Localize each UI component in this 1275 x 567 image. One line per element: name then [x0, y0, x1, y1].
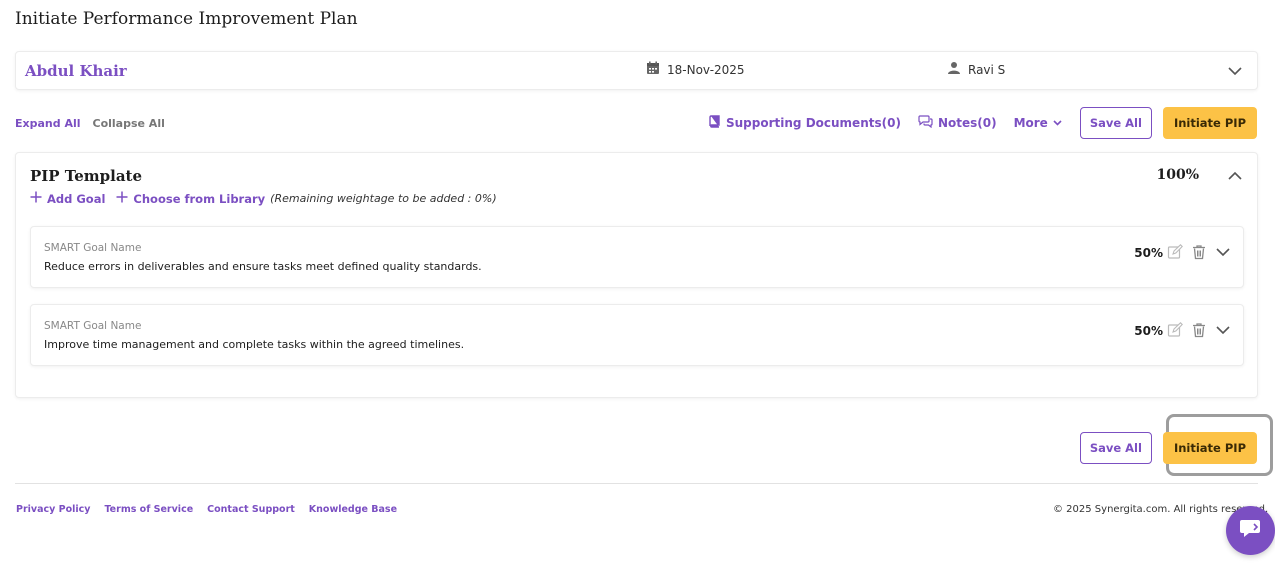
choose-from-library-label: Choose from Library: [133, 191, 266, 206]
delete-icon[interactable]: [1191, 244, 1207, 260]
chat-button[interactable]: [1226, 506, 1275, 555]
expand-collapse-controls: Expand All Collapse All: [15, 117, 165, 130]
terms-of-service-link[interactable]: Terms of Service: [104, 504, 193, 515]
knowledge-base-link[interactable]: Knowledge Base: [309, 504, 397, 515]
toolbar: Supporting Documents(0) Notes(0) More Sa…: [708, 107, 1257, 139]
delete-icon[interactable]: [1191, 322, 1207, 338]
manager-name: Ravi S: [968, 62, 1006, 77]
privacy-policy-link[interactable]: Privacy Policy: [16, 504, 90, 515]
template-title: PIP Template: [30, 167, 143, 185]
collapse-all-link[interactable]: Collapse All: [93, 117, 165, 130]
chevron-up-icon[interactable]: [1227, 168, 1243, 184]
goal-card: SMART Goal Name Improve time management …: [30, 304, 1244, 366]
plus-icon: [30, 191, 42, 206]
more-label: More: [1013, 116, 1048, 130]
user-icon: [947, 61, 961, 78]
chevron-down-icon[interactable]: [1215, 244, 1231, 260]
supporting-documents-label: Supporting Documents(0): [726, 116, 901, 130]
goal-name-label: SMART Goal Name: [44, 242, 142, 254]
chevron-down-icon[interactable]: [1215, 322, 1231, 338]
more-menu[interactable]: More: [1014, 116, 1062, 130]
template-actions: Add Goal Choose from Library (Remaining …: [30, 191, 497, 206]
supporting-documents-link[interactable]: Supporting Documents(0): [708, 115, 901, 131]
goal-weightage: 50%: [1134, 246, 1163, 260]
plus-icon: [116, 191, 128, 206]
book-icon: [708, 115, 721, 131]
pip-date-value: 18-Nov-2025: [667, 62, 745, 77]
template-weightage: 100%: [1156, 167, 1199, 183]
add-goal-link[interactable]: Add Goal: [30, 191, 105, 206]
chat-bubble-icon: [1239, 518, 1263, 544]
employee-card: Abdul Khair 18-Nov-2025 Ravi S: [15, 51, 1258, 90]
goal-name-text: Improve time management and complete tas…: [44, 338, 465, 351]
save-all-button-bottom[interactable]: Save All: [1079, 432, 1152, 464]
bottom-actions: Save All Initiate PIP: [1079, 432, 1257, 464]
edit-icon[interactable]: [1167, 322, 1183, 338]
goal-name-label: SMART Goal Name: [44, 320, 142, 332]
edit-icon[interactable]: [1167, 244, 1183, 260]
goal-actions: [1167, 322, 1231, 338]
initiate-pip-button-bottom[interactable]: Initiate PIP: [1162, 432, 1257, 464]
goal-card: SMART Goal Name Reduce errors in deliver…: [30, 226, 1244, 288]
manager: Ravi S: [947, 61, 1005, 78]
footer-divider: [15, 483, 1258, 484]
expand-all-link[interactable]: Expand All: [15, 117, 81, 130]
goal-name-text: Reduce errors in deliverables and ensure…: [44, 260, 482, 273]
page-title: Initiate Performance Improvement Plan: [15, 9, 358, 29]
remaining-weightage-note: (Remaining weightage to be added : 0%): [270, 192, 497, 205]
choose-from-library-link[interactable]: Choose from Library: [116, 191, 265, 206]
contact-support-link[interactable]: Contact Support: [207, 504, 295, 515]
add-goal-label: Add Goal: [47, 191, 106, 206]
chat-icon: [918, 115, 933, 131]
notes-label: Notes(0): [937, 116, 997, 130]
chevron-down-icon[interactable]: [1227, 63, 1243, 79]
calendar-icon: [646, 61, 660, 78]
goal-weightage: 50%: [1134, 324, 1163, 338]
goal-actions: [1167, 244, 1231, 260]
save-all-button[interactable]: Save All: [1079, 107, 1152, 139]
pip-template-card: PIP Template 100% Add Goal Choose from L…: [15, 152, 1258, 398]
pip-date: 18-Nov-2025: [646, 61, 745, 78]
notes-link[interactable]: Notes(0): [918, 115, 997, 131]
chevron-down-icon: [1053, 116, 1062, 130]
initiate-pip-button[interactable]: Initiate PIP: [1162, 107, 1257, 139]
employee-name: Abdul Khair: [25, 62, 127, 80]
footer-links: Privacy Policy Terms of Service Contact …: [16, 504, 397, 515]
